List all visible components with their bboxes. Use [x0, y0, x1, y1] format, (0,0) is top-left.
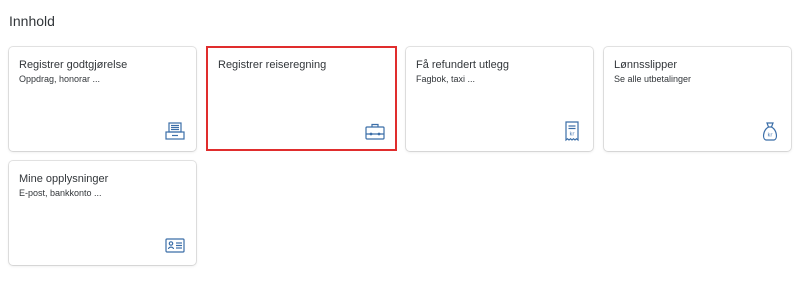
tile-title: Lønnsslipper	[614, 59, 677, 71]
tile-payslips[interactable]: Lønnsslipper Se alle utbetalinger kr	[604, 47, 791, 151]
money-bag-icon: kr	[759, 120, 781, 142]
tile-title: Få refundert utlegg	[416, 59, 509, 71]
tile-refund-expense[interactable]: Få refundert utlegg Fagbok, taxi ... kr	[406, 47, 593, 151]
briefcase-icon	[364, 120, 386, 142]
svg-text:kr: kr	[768, 133, 774, 139]
tile-subtitle: Fagbok, taxi ...	[416, 74, 476, 84]
receipt-icon: kr	[561, 120, 583, 142]
tile-subtitle: E-post, bankkonto ...	[19, 188, 102, 198]
form-tray-icon	[164, 120, 186, 142]
tile-my-information[interactable]: Mine opplysninger E-post, bankkonto ...	[9, 161, 196, 265]
content-page: Innhold Registrer godtgjørelse Oppdrag, …	[0, 0, 800, 288]
tile-subtitle: Se alle utbetalinger	[614, 74, 692, 84]
id-card-icon	[164, 234, 186, 256]
tile-title: Mine opplysninger	[19, 173, 109, 185]
tile-subtitle: Oppdrag, honorar ...	[19, 74, 101, 84]
tile-title: Registrer godtgjørelse	[19, 59, 128, 71]
svg-text:kr: kr	[570, 132, 576, 138]
tile-register-allowance[interactable]: Registrer godtgjørelse Oppdrag, honorar …	[9, 47, 196, 151]
tile-title: Registrer reiseregning	[218, 59, 327, 71]
section-title: Innhold	[9, 13, 55, 29]
tile-register-travel-expense[interactable]: Registrer reiseregning	[206, 46, 397, 151]
